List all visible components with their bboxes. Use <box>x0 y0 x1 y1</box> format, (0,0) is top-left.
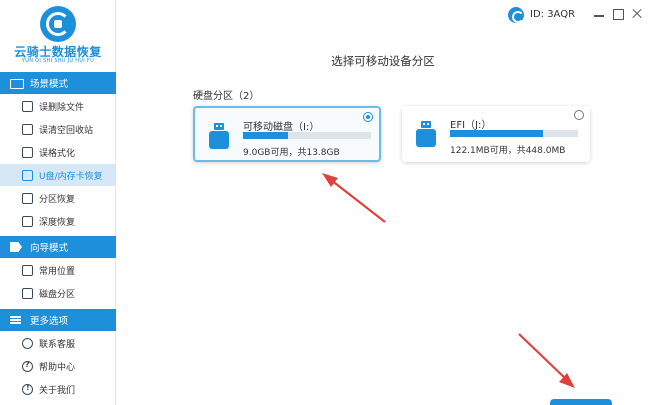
section-header-label: 更多选项 <box>30 316 69 327</box>
sidebar-item-deleted-files[interactable]: 误删除文件 <box>0 95 116 117</box>
minimize-icon[interactable] <box>592 7 606 21</box>
guide-mode-icon <box>10 242 22 252</box>
sidebar-item-label: 误删除文件 <box>39 102 85 113</box>
sidebar-item-label: 误清空回收站 <box>39 125 94 136</box>
sidebar-item-help-center[interactable]: 帮助中心 <box>0 355 116 377</box>
title-bar: ID: 3AQR <box>116 0 650 32</box>
more-options-icon <box>10 315 22 325</box>
partition-name: 可移动磁盘（I:） <box>243 122 320 133</box>
scene-mode-icon <box>10 78 24 89</box>
usage-bar-fill <box>450 130 544 137</box>
section-header-label: 场景模式 <box>30 79 69 90</box>
partition-card-efi[interactable]: EFI（J:） 122.1MB可用，共448.0MB <box>402 106 590 162</box>
user-id: ID: 3AQR <box>530 9 576 20</box>
usage-bar <box>243 132 371 139</box>
sidebar-item-partition-recovery[interactable]: 分区恢复 <box>0 187 116 209</box>
partition-name: EFI（J:） <box>450 120 492 131</box>
format-icon <box>22 146 33 158</box>
partition-radio[interactable] <box>363 112 373 122</box>
partition-section-label: 硬盘分区（2） <box>193 91 260 102</box>
help-icon <box>22 360 33 372</box>
sidebar-item-label: 深度恢复 <box>39 217 76 228</box>
partition-radio[interactable] <box>574 110 584 120</box>
app-logo: 云骑士数据恢复 YUN QI SHI SHU JU HUI FU <box>0 0 116 72</box>
sidebar-item-format[interactable]: 误格式化 <box>0 141 116 163</box>
sidebar-item-common-location[interactable]: 常用位置 <box>0 259 116 281</box>
deep-recovery-icon <box>22 215 33 227</box>
common-location-icon <box>22 264 33 276</box>
sidebar-item-label: 关于我们 <box>39 385 76 396</box>
maximize-icon[interactable] <box>611 7 625 21</box>
sidebar-item-usb-card[interactable]: U盘/内存卡恢复 <box>0 164 116 186</box>
section-header-label: 向导模式 <box>30 243 69 254</box>
sidebar-item-disk-partition[interactable]: 磁盘分区 <box>0 282 116 304</box>
sidebar-item-contact-support[interactable]: 联系客服 <box>0 332 116 354</box>
annotation-arrow-partition <box>322 173 386 223</box>
recycle-bin-icon <box>22 123 33 135</box>
sidebar-item-about-us[interactable]: 关于我们 <box>0 378 116 400</box>
info-icon <box>22 383 33 395</box>
sidebar-item-label: U盘/内存卡恢复 <box>39 171 103 182</box>
sidebar-item-recycle-bin[interactable]: 误清空回收站 <box>0 118 116 140</box>
sidebar-item-label: 常用位置 <box>39 266 76 277</box>
user-avatar-icon[interactable] <box>508 7 524 23</box>
disk-partition-icon <box>22 287 33 299</box>
sidebar-item-label: 分区恢复 <box>39 194 76 205</box>
deleted-file-icon <box>22 100 33 112</box>
partition-size: 9.0GB可用，共13.8GB <box>243 148 340 158</box>
section-header-scene-mode: 场景模式 <box>0 72 116 94</box>
annotation-arrow-next <box>518 333 575 388</box>
sidebar-item-deep-recovery[interactable]: 深度恢复 <box>0 210 116 232</box>
usb-drive-icon <box>416 121 436 147</box>
usage-bar-fill <box>243 132 288 139</box>
partition-size: 122.1MB可用，共448.0MB <box>450 146 566 156</box>
page-title: 选择可移动设备分区 <box>331 54 435 68</box>
usage-bar <box>450 130 578 137</box>
logo-subtitle: YUN QI SHI SHU JU HUI FU <box>21 58 95 64</box>
usb-card-icon <box>22 169 33 181</box>
phone-icon <box>22 337 33 349</box>
sidebar: 云骑士数据恢复 YUN QI SHI SHU JU HUI FU 场景模式 误删… <box>0 0 116 405</box>
close-icon[interactable] <box>630 7 644 21</box>
sidebar-item-label: 误格式化 <box>39 148 76 159</box>
next-button[interactable] <box>550 399 612 405</box>
sidebar-item-label: 磁盘分区 <box>39 289 76 300</box>
section-header-more-options: 更多选项 <box>0 309 116 331</box>
sidebar-item-label: 帮助中心 <box>39 362 76 373</box>
logo-icon <box>40 6 76 42</box>
sidebar-item-label: 联系客服 <box>39 339 76 350</box>
partition-icon <box>22 192 33 204</box>
partition-card-removable-disk[interactable]: 可移动磁盘（I:） 9.0GB可用，共13.8GB <box>193 106 381 162</box>
usb-drive-icon <box>209 123 229 149</box>
section-header-guide-mode: 向导模式 <box>0 236 116 258</box>
